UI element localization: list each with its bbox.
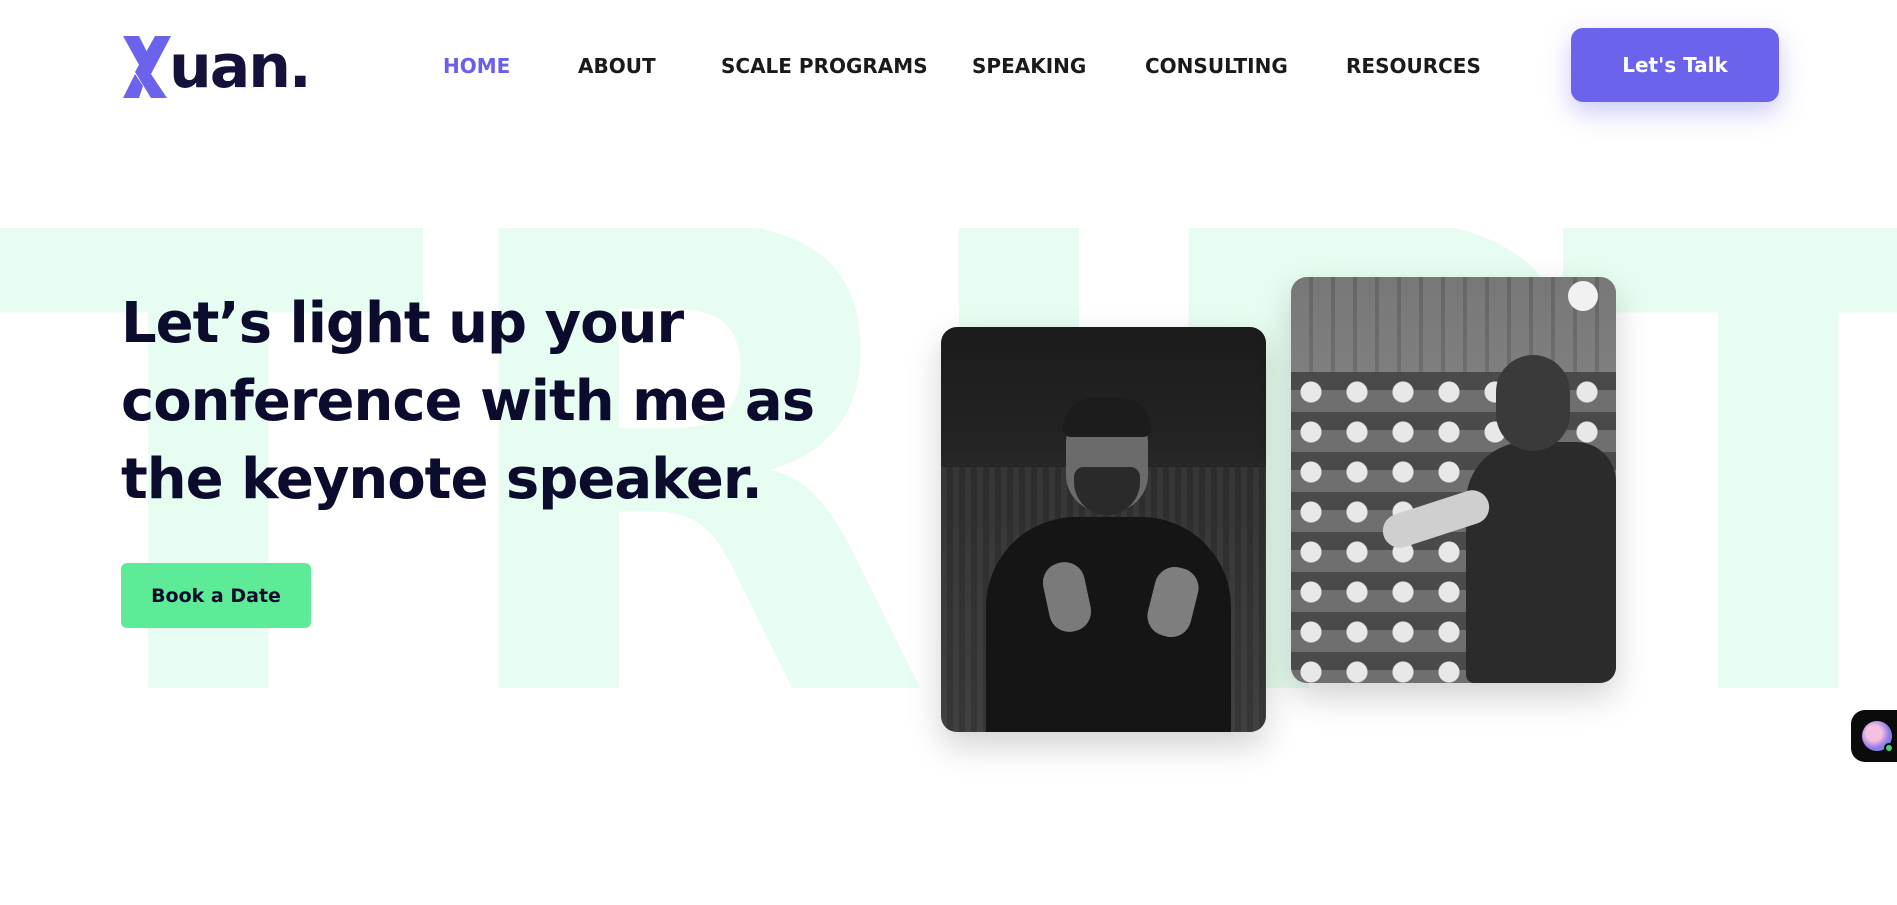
site-header: uan. HOME ABOUT SCALE PROGRAMS SPEAKING … (0, 0, 1897, 132)
nav-resources[interactable]: RESOURCES (1346, 54, 1481, 78)
nav-about[interactable]: ABOUT (578, 54, 656, 78)
nav-consulting[interactable]: CONSULTING (1145, 54, 1288, 78)
nav-home[interactable]: HOME (443, 54, 510, 78)
book-a-date-button[interactable]: Book a Date (121, 563, 311, 628)
logo-mark-icon (123, 36, 171, 98)
chat-widget-button[interactable] (1851, 710, 1897, 762)
speaker-portrait-image (941, 327, 1266, 732)
nav-speaking[interactable]: SPEAKING (972, 54, 1086, 78)
online-status-icon (1884, 743, 1894, 753)
logo[interactable]: uan. (121, 30, 312, 102)
lets-talk-button[interactable]: Let's Talk (1571, 28, 1779, 102)
logo-text: uan. (169, 32, 312, 102)
speaker-audience-image (1291, 277, 1616, 683)
nav-scale-programs[interactable]: SCALE PROGRAMS (721, 54, 928, 78)
hero-headline: Let’s light up your conference with me a… (121, 291, 815, 512)
